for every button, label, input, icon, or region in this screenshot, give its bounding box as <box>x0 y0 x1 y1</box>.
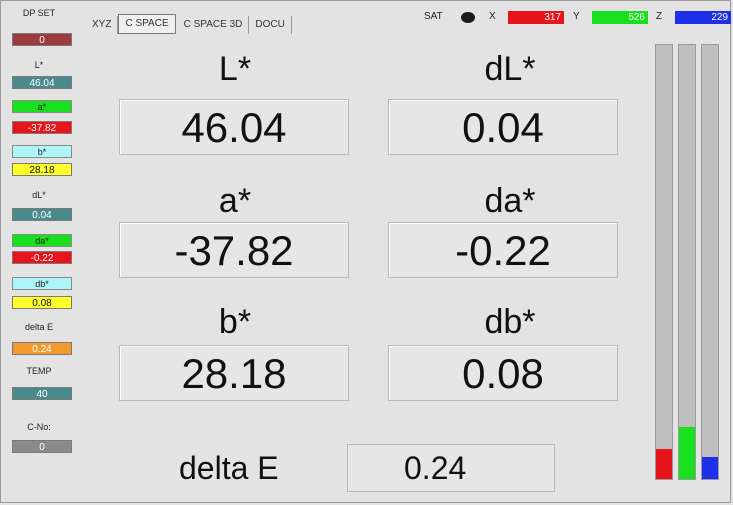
db-heading: db* <box>484 303 536 341</box>
c-no-value[interactable]: 0 <box>12 440 72 453</box>
y-value: 526 <box>592 11 648 24</box>
b-heading: b* <box>218 303 252 341</box>
sat-label: SAT <box>424 11 443 22</box>
z-level-bar <box>701 44 719 480</box>
x-level-bar <box>655 44 673 480</box>
sat-led-icon <box>461 12 475 23</box>
dl-heading: dL* <box>484 50 536 88</box>
dl-value: 0.04 <box>12 208 72 221</box>
temp-value: 40 <box>12 387 72 400</box>
x-value: 317 <box>508 11 564 24</box>
tab-docu[interactable]: DOCU <box>249 16 292 34</box>
tab-bar: XYZ C SPACE C SPACE 3D DOCU <box>86 14 292 34</box>
da-chip: da* <box>12 234 72 247</box>
db-value: 0.08 <box>12 296 72 309</box>
a-chip: a* <box>12 100 72 113</box>
l-display: 46.04 <box>119 99 349 155</box>
delta-e-heading: delta E <box>179 450 279 486</box>
y-label: Y <box>573 11 580 22</box>
y-level-bar <box>678 44 696 480</box>
a-heading: a* <box>218 182 252 220</box>
z-level-fill <box>702 457 718 479</box>
z-label: Z <box>656 11 663 22</box>
db-display: 0.08 <box>388 345 618 401</box>
x-label: X <box>489 11 496 22</box>
l-label: L* <box>34 60 44 70</box>
dl-display: 0.04 <box>388 99 618 155</box>
l-heading: L* <box>218 50 252 88</box>
delta-e-display: 0.24 <box>347 444 555 492</box>
a-value: -37.82 <box>12 121 72 134</box>
b-display: 28.18 <box>119 345 349 401</box>
b-value: 28.18 <box>12 163 72 176</box>
tab-c-space-3d[interactable]: C SPACE 3D <box>178 16 250 34</box>
tab-xyz[interactable]: XYZ <box>86 16 119 34</box>
y-level-fill <box>679 426 695 479</box>
temp-label: TEMP <box>26 366 52 376</box>
sidebar: DP SET 0 L* 46.04 a* -37.82 b* 28.18 dL*… <box>0 0 78 505</box>
dl-label: dL* <box>32 190 46 200</box>
b-chip: b* <box>12 145 72 158</box>
x-level-fill <box>656 448 672 479</box>
db-chip: db* <box>12 277 72 290</box>
delta-e-label: delta E <box>24 322 54 332</box>
da-value: -0.22 <box>12 251 72 264</box>
z-value: 229 <box>675 11 731 24</box>
dp-set-label: DP SET <box>22 8 56 18</box>
l-value: 46.04 <box>12 76 72 89</box>
tab-c-space[interactable]: C SPACE <box>118 14 176 34</box>
da-display: -0.22 <box>388 222 618 278</box>
da-heading: da* <box>484 182 536 220</box>
c-no-label: C-No: <box>27 422 51 432</box>
dp-set-value[interactable]: 0 <box>12 33 72 46</box>
a-display: -37.82 <box>119 222 349 278</box>
delta-e-value: 0.24 <box>12 342 72 355</box>
